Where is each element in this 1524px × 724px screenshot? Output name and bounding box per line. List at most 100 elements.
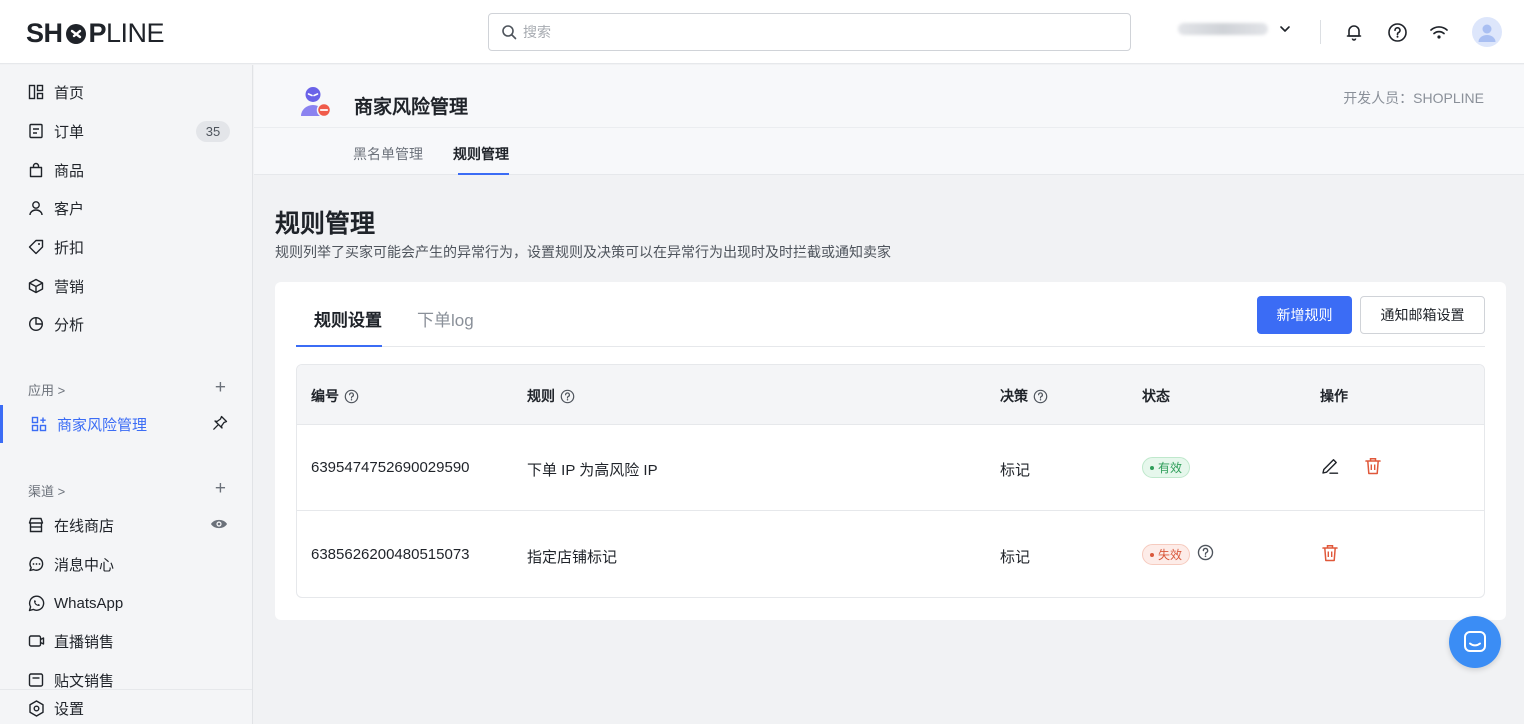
status-badge: 失效 — [1142, 544, 1191, 565]
status-help-icon[interactable] — [1197, 544, 1214, 561]
sidebar-item-label: WhatsApp — [54, 594, 124, 612]
store-switcher[interactable] — [1178, 22, 1292, 36]
tab-blacklist[interactable]: 黑名单管理 — [353, 144, 423, 164]
box-icon — [27, 277, 45, 295]
risk-app-icon — [300, 85, 332, 119]
card-tab-indicator — [296, 345, 382, 347]
help-circle-icon[interactable] — [1033, 389, 1048, 404]
app-title: 商家风险管理 — [354, 97, 469, 118]
store-icon — [27, 516, 45, 534]
help-circle-icon[interactable] — [344, 389, 359, 404]
sidebar-item-risk-management[interactable]: 商家风险管理 — [0, 405, 252, 443]
status-dot — [1150, 465, 1154, 470]
status-dot — [1150, 552, 1154, 557]
logo-o-icon — [65, 23, 86, 44]
rules-table: 编号 规则 决策 状态 操作 6395474752690029590 下单 IP… — [296, 364, 1485, 598]
sidebar-item-orders[interactable]: 订单 35 — [0, 112, 252, 150]
app-grid-icon — [30, 415, 48, 433]
add-rule-button[interactable]: 新增规则 — [1257, 296, 1352, 334]
store-name-blurred — [1178, 23, 1268, 35]
rule-name: 指定店铺标记 — [527, 549, 618, 566]
pie-icon — [27, 315, 45, 333]
help-icon[interactable] — [1385, 20, 1409, 44]
add-app-icon[interactable]: + — [215, 378, 226, 397]
apps-section-label[interactable]: 应用 > — [28, 380, 65, 399]
sidebar-item-settings[interactable]: 设置 — [0, 689, 252, 724]
pin-icon[interactable] — [212, 415, 228, 431]
search-icon — [502, 25, 517, 40]
sidebar-item-products[interactable]: 商品 — [0, 151, 252, 189]
sidebar-item-analytics[interactable]: 分析 — [0, 305, 252, 343]
bell-icon[interactable] — [1342, 20, 1366, 44]
sidebar: 首页 订单 35 商品 客户 折扣 营销 分析 应用 > + 商家风险管理 渠道… — [0, 65, 253, 724]
channels-section-label[interactable]: 渠道 > — [28, 481, 65, 500]
column-label: 编号 — [311, 388, 339, 404]
sidebar-item-label: 分析 — [54, 316, 85, 334]
sidebar-item-whatsapp[interactable]: WhatsApp — [0, 584, 252, 622]
wifi-icon[interactable] — [1427, 20, 1451, 44]
table-header: 编号 规则 决策 状态 操作 — [297, 365, 1484, 425]
sidebar-item-online-store[interactable]: 在线商店 — [0, 506, 252, 544]
rule-decision: 标记 — [1000, 549, 1031, 566]
tab-rules[interactable]: 规则管理 — [453, 144, 509, 164]
edit-icon[interactable] — [1320, 456, 1340, 476]
status-label: 有效 — [1158, 461, 1183, 475]
column-actions: 操作 — [1320, 386, 1348, 406]
logo-text-light: LINE — [106, 18, 165, 48]
top-bar: SH P LINE — [0, 0, 1524, 64]
status-badge: 有效 — [1142, 457, 1191, 478]
add-channel-icon[interactable]: + — [215, 479, 226, 498]
home-icon — [27, 83, 45, 101]
developer-info: 开发人员：SHOPLINE — [1343, 90, 1484, 106]
sidebar-item-live-selling[interactable]: 直播销售 — [0, 622, 252, 660]
sidebar-item-label: 折扣 — [54, 239, 85, 257]
rule-id: 6395474752690029590 — [311, 459, 470, 476]
rules-card: 规则设置 下单log 新增规则 通知邮箱设置 编号 规则 决策 状态 操作 63… — [275, 282, 1506, 620]
sidebar-item-marketing[interactable]: 营销 — [0, 267, 252, 305]
search-input[interactable] — [523, 24, 1103, 40]
sidebar-item-label: 直播销售 — [54, 633, 115, 651]
help-circle-icon[interactable] — [560, 389, 575, 404]
tab-rule-settings[interactable]: 规则设置 — [314, 306, 382, 331]
shopline-logo[interactable]: SH P LINE — [26, 18, 165, 49]
column-rule: 规则 — [527, 386, 575, 406]
search-box[interactable] — [488, 13, 1131, 51]
post-icon — [27, 671, 45, 689]
logo-text-bold2: P — [88, 18, 107, 48]
rule-name: 下单 IP 为高风险 IP — [527, 462, 658, 479]
column-label: 决策 — [1000, 388, 1028, 404]
bag-icon — [27, 161, 45, 179]
column-label: 状态 — [1142, 388, 1170, 404]
tab-order-log[interactable]: 下单log — [417, 306, 474, 331]
column-id: 编号 — [311, 386, 359, 406]
avatar[interactable] — [1472, 17, 1502, 47]
topbar-divider — [1320, 20, 1321, 44]
chat-support-button[interactable] — [1449, 616, 1501, 668]
eye-icon[interactable] — [210, 517, 228, 531]
sidebar-item-message-center[interactable]: 消息中心 — [0, 545, 252, 583]
sidebar-item-customers[interactable]: 客户 — [0, 189, 252, 227]
app-header: 商家风险管理 开发人员：SHOPLINE 黑名单管理 规则管理 — [254, 65, 1524, 175]
card-tab-divider — [296, 346, 1485, 347]
delete-icon[interactable] — [1363, 456, 1383, 476]
order-icon — [27, 122, 45, 140]
active-indicator — [0, 405, 3, 443]
tab-active-indicator — [458, 173, 509, 175]
sidebar-item-label: 商家风险管理 — [57, 416, 148, 434]
chat-icon — [1464, 631, 1486, 652]
rule-id: 6385626200480515073 — [311, 546, 470, 563]
sidebar-item-label: 订单 — [54, 123, 85, 141]
user-icon — [27, 199, 45, 217]
column-label: 操作 — [1320, 388, 1348, 404]
sidebar-item-label: 商品 — [54, 162, 85, 180]
sidebar-item-home[interactable]: 首页 — [0, 73, 252, 111]
sidebar-item-label: 贴文销售 — [54, 672, 115, 690]
sidebar-item-label: 客户 — [54, 200, 85, 218]
email-settings-button[interactable]: 通知邮箱设置 — [1360, 296, 1485, 334]
app-header-divider — [254, 127, 1524, 128]
user-avatar-icon — [1478, 24, 1496, 42]
gear-icon — [27, 700, 45, 718]
sidebar-item-discounts[interactable]: 折扣 — [0, 228, 252, 266]
delete-icon[interactable] — [1320, 543, 1340, 563]
table-row: 6385626200480515073 指定店铺标记 标记 失效 — [297, 512, 1484, 597]
